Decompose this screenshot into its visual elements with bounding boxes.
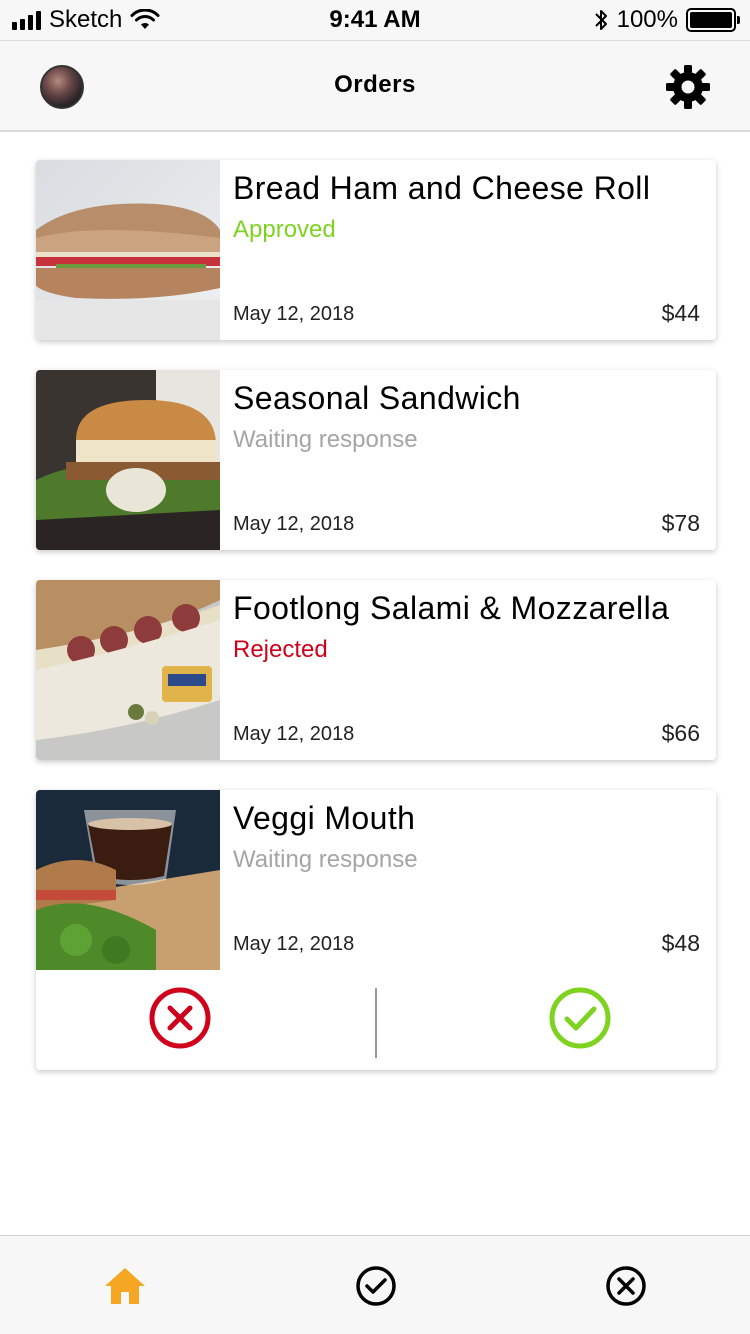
order-card[interactable]: Bread Ham and Cheese Roll Approved May 1… xyxy=(36,160,716,340)
order-price: $48 xyxy=(661,930,700,956)
order-name: Veggi Mouth xyxy=(233,800,416,836)
order-status: Approved xyxy=(233,216,336,243)
battery-icon xyxy=(686,8,740,32)
order-card[interactable]: Seasonal Sandwich Waiting response May 1… xyxy=(36,370,716,550)
order-status: Rejected xyxy=(233,636,328,663)
bluetooth-icon xyxy=(594,10,607,30)
order-image xyxy=(36,790,220,970)
order-image xyxy=(36,370,220,550)
order-price: $44 xyxy=(661,300,700,326)
nav-bar: Orders xyxy=(0,40,750,132)
order-name: Seasonal Sandwich xyxy=(233,380,521,416)
order-card[interactable]: Footlong Salami & Mozzarella Rejected Ma… xyxy=(36,580,716,760)
order-status: Waiting response xyxy=(233,426,418,453)
page-title: Orders xyxy=(334,71,416,98)
home-icon[interactable] xyxy=(103,1264,147,1308)
order-date: May 12, 2018 xyxy=(233,303,355,325)
order-price: $66 xyxy=(661,720,700,746)
order-card[interactable]: Veggi Mouth Waiting response May 12, 201… xyxy=(36,790,716,1070)
order-name: Bread Ham and Cheese Roll xyxy=(233,170,651,206)
order-date: May 12, 2018 xyxy=(233,723,355,745)
order-image xyxy=(36,580,220,760)
order-image xyxy=(36,160,220,340)
battery-percent: 100% xyxy=(616,6,678,33)
order-date: May 12, 2018 xyxy=(233,513,355,535)
status-right: 100% xyxy=(593,6,740,34)
actions-divider xyxy=(375,988,377,1058)
close-circle-icon[interactable] xyxy=(604,1264,648,1308)
reject-button[interactable] xyxy=(148,986,212,1050)
order-status: Waiting response xyxy=(233,846,418,873)
order-date: May 12, 2018 xyxy=(233,933,355,955)
order-price: $78 xyxy=(661,510,700,536)
order-actions xyxy=(36,970,716,1070)
status-bar: Sketch 9:41 AM 100% xyxy=(0,0,750,40)
tab-bar xyxy=(0,1235,750,1334)
gear-icon[interactable] xyxy=(664,63,712,111)
approve-button[interactable] xyxy=(548,986,612,1050)
order-name: Footlong Salami & Mozzarella xyxy=(233,590,670,626)
check-circle-icon[interactable] xyxy=(354,1264,398,1308)
